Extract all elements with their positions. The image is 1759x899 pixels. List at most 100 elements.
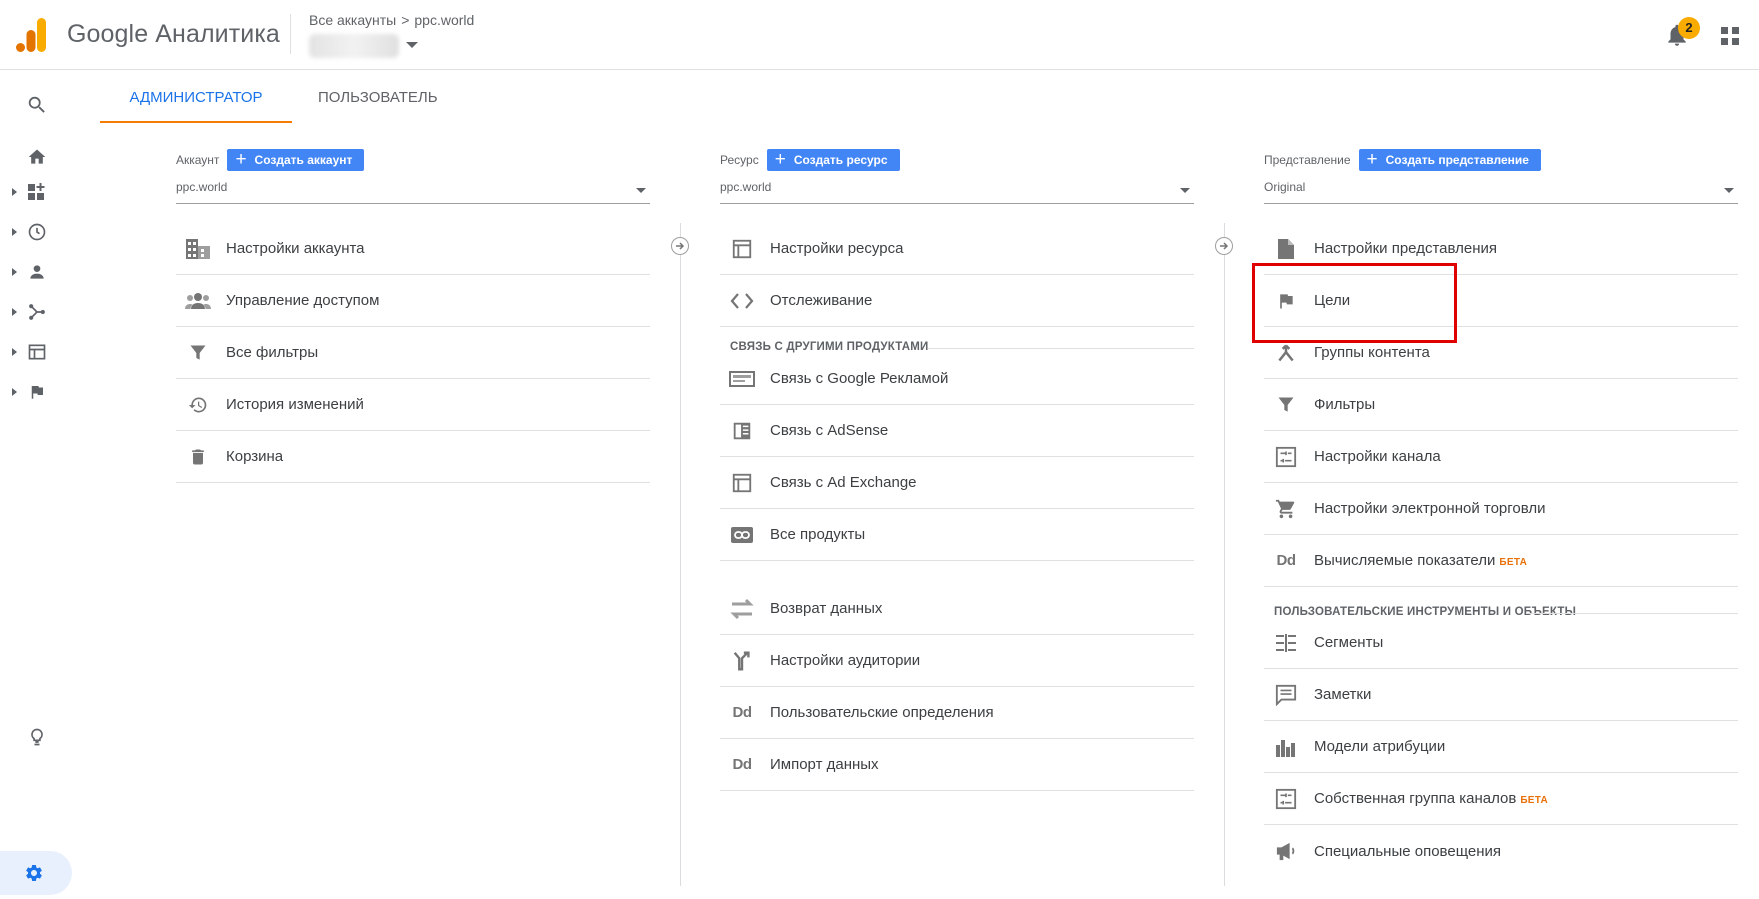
custom-alerts-label: Специальные оповещения: [1314, 842, 1502, 860]
notification-count-badge[interactable]: 2: [1678, 17, 1700, 39]
beta-badge: БЕТА: [1520, 795, 1549, 806]
dd-icon: Dd: [732, 704, 753, 721]
annotations-label: Заметки: [1314, 686, 1372, 703]
expand-arrow-icon[interactable]: [12, 268, 17, 276]
content-groups-label: Группы контента: [1314, 344, 1430, 361]
attribution-icon: [1266, 735, 1306, 759]
account-settings-item[interactable]: Настройки аккаунта: [176, 223, 650, 275]
expand-arrow-icon[interactable]: [12, 348, 17, 356]
all-filters-item[interactable]: Все фильтры: [176, 327, 650, 379]
google-ads-link-label: Связь с Google Рекламой: [770, 370, 949, 387]
segments-label: Сегменты: [1314, 634, 1384, 651]
audience-settings-item[interactable]: Настройки аудитории: [720, 635, 1194, 687]
ad-exchange-link-label: Связь с Ad Exchange: [770, 474, 917, 491]
calculated-metrics-item[interactable]: Dd Вычисляемые показатели БЕТА: [1264, 535, 1738, 587]
access-management-item[interactable]: Управление доступом: [176, 275, 650, 327]
trash-item[interactable]: Корзина: [176, 431, 650, 483]
person-icon[interactable]: [22, 257, 52, 287]
channel-icon: [1266, 445, 1306, 469]
content-group-icon: [1266, 341, 1306, 365]
dashboard-add-icon[interactable]: [22, 177, 52, 207]
data-import-label: Импорт данных: [770, 756, 879, 773]
behavior-window-icon[interactable]: [22, 337, 52, 367]
admin-main-area: Аккаунт + Создать аккаунт ppc.world Наст…: [100, 123, 1759, 886]
dropdown-caret-icon: [636, 188, 646, 193]
history-icon: [178, 393, 218, 417]
analytics-logo-icon[interactable]: [16, 18, 46, 52]
trash-label: Корзина: [226, 448, 284, 465]
clock-icon[interactable]: [22, 217, 52, 247]
expand-arrow-icon[interactable]: [12, 308, 17, 316]
create-property-label: Создать ресурс: [793, 153, 888, 167]
change-history-item[interactable]: История изменений: [176, 379, 650, 431]
breadcrumb-separator: >: [401, 12, 410, 28]
calculated-metrics-label: Вычисляемые показатели БЕТА: [1314, 552, 1527, 569]
filter-icon: [178, 341, 218, 365]
access-management-label: Управление доступом: [226, 292, 380, 309]
window-icon: [722, 237, 762, 261]
admin-settings-button[interactable]: [0, 851, 72, 895]
property-settings-item[interactable]: Настройки ресурса: [720, 223, 1194, 275]
data-return-icon: [722, 597, 762, 621]
view-selector[interactable]: Original: [1264, 180, 1738, 204]
expand-arrow-icon[interactable]: [12, 228, 17, 236]
view-selector-value: Original: [1264, 180, 1306, 194]
adsense-icon: [722, 419, 762, 443]
gear-icon[interactable]: [24, 863, 44, 883]
tab-admin[interactable]: АДМИНИСТРАТОР: [100, 70, 292, 123]
beta-badge: БЕТА: [1499, 557, 1528, 568]
admin-tabs: АДМИНИСТРАТОР ПОЛЬЗОВАТЕЛЬ: [100, 70, 1759, 123]
tracking-item[interactable]: Отслеживание: [720, 275, 1194, 327]
data-return-item[interactable]: Возврат данных: [720, 583, 1194, 635]
create-account-button[interactable]: + Создать аккаунт: [227, 149, 365, 171]
conversions-flag-icon[interactable]: [22, 377, 52, 407]
breadcrumb-account[interactable]: ppc.world: [414, 12, 474, 28]
custom-definitions-item[interactable]: Dd Пользовательские определения: [720, 687, 1194, 739]
trash-icon: [178, 445, 218, 469]
adsense-link-item[interactable]: Связь с AdSense: [720, 405, 1194, 457]
app-header: Google Аналитика Все аккаунты > ppc.world …: [0, 0, 1759, 70]
custom-channel-group-item[interactable]: Собственная группа каналов БЕТА: [1264, 773, 1738, 825]
account-selector[interactable]: ppc.world: [176, 180, 650, 204]
data-import-item[interactable]: Dd Импорт данных: [720, 739, 1194, 791]
account-selector-value: ppc.world: [176, 180, 228, 194]
property-selector[interactable]: ppc.world: [720, 180, 1194, 204]
channel-settings-label: Настройки канала: [1314, 448, 1441, 465]
annotations-item[interactable]: Заметки: [1264, 669, 1738, 721]
account-selector-blurred[interactable]: [309, 34, 399, 58]
home-icon[interactable]: [22, 142, 52, 172]
view-column-header: Представление + Создать представление: [1264, 149, 1541, 171]
create-view-button[interactable]: + Создать представление: [1358, 149, 1541, 171]
attribution-models-item[interactable]: Модели атрибуции: [1264, 721, 1738, 773]
app-title: Google Аналитика: [67, 20, 280, 48]
create-property-button[interactable]: + Создать ресурс: [766, 149, 900, 171]
segments-item[interactable]: Сегменты: [1264, 617, 1738, 669]
expand-arrow-icon[interactable]: [12, 388, 17, 396]
ad-exchange-link-item[interactable]: Связь с Ad Exchange: [720, 457, 1194, 509]
acquisition-icon[interactable]: [22, 297, 52, 327]
ecommerce-settings-item[interactable]: Настройки электронной торговли: [1264, 483, 1738, 535]
breadcrumb[interactable]: Все аккаунты > ppc.world: [309, 12, 474, 28]
lightbulb-icon[interactable]: [22, 722, 52, 752]
link-icon: [722, 523, 762, 547]
tab-user[interactable]: ПОЛЬЗОВАТЕЛЬ: [318, 70, 438, 123]
plus-icon: +: [235, 149, 247, 170]
create-view-label: Создать представление: [1385, 153, 1529, 167]
channel-settings-item[interactable]: Настройки канала: [1264, 431, 1738, 483]
filters-item[interactable]: Фильтры: [1264, 379, 1738, 431]
adexchange-icon: [722, 471, 762, 495]
section-divider: [928, 348, 1194, 349]
account-dropdown-caret-icon[interactable]: [406, 42, 418, 48]
all-products-item[interactable]: Все продукты: [720, 509, 1194, 561]
breadcrumb-all-accounts[interactable]: Все аккаунты: [309, 12, 396, 28]
expand-arrow-icon[interactable]: [12, 188, 17, 196]
account-column-label: Аккаунт: [176, 153, 220, 167]
custom-alerts-item[interactable]: Специальные оповещения: [1264, 825, 1738, 877]
arrow-right-circle-icon: [1215, 237, 1233, 255]
account-column-header: Аккаунт + Создать аккаунт: [176, 149, 365, 171]
google-ads-link-item[interactable]: Связь с Google Рекламой: [720, 353, 1194, 405]
people-icon: [178, 289, 218, 313]
search-icon[interactable]: [22, 90, 52, 120]
custom-channel-group-text: Собственная группа каналов: [1314, 790, 1517, 807]
apps-grid-icon[interactable]: [1720, 26, 1740, 46]
